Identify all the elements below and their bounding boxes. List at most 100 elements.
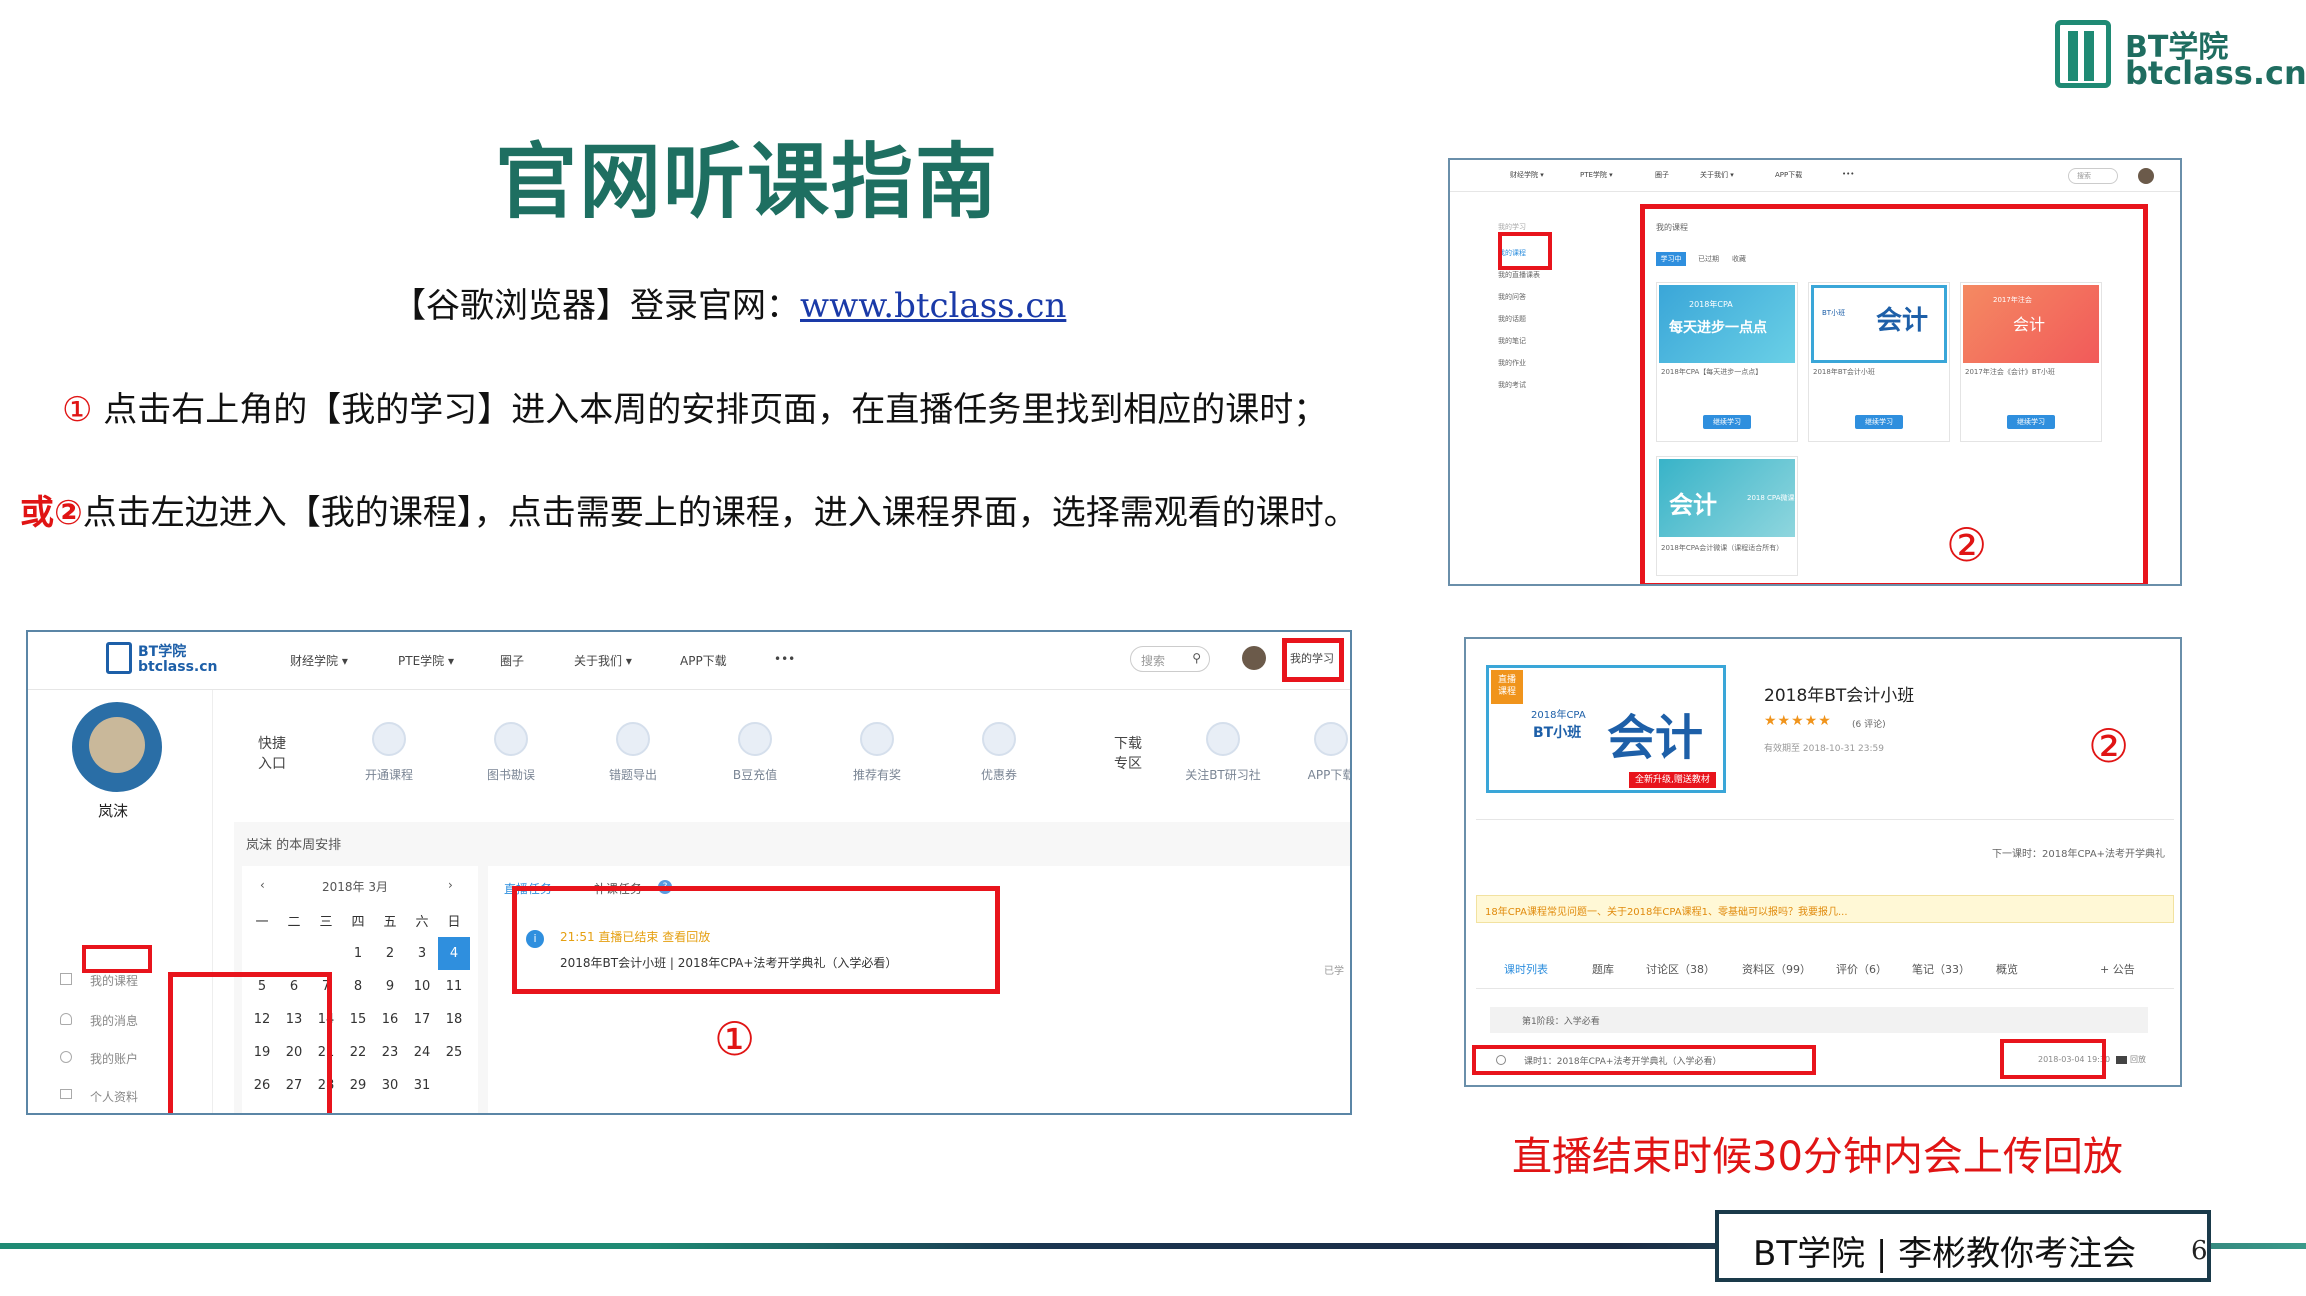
stage-row[interactable]: 第1阶段：入学必看 — [1490, 1007, 2148, 1033]
marker-step1: ① — [714, 1012, 756, 1066]
website-link[interactable]: www.btclass.cn — [800, 286, 1066, 326]
day[interactable]: 17 — [406, 1003, 438, 1036]
quick-book-errata[interactable]: 图书勘误 — [466, 766, 556, 783]
c-nav-about[interactable]: 关于我们 ▾ — [1700, 170, 1734, 180]
live-badge: 直播 课程 — [1491, 670, 1523, 704]
side-my-account[interactable]: 我的账户 — [90, 1050, 138, 1067]
coupon-icon[interactable] — [982, 722, 1016, 756]
c-nav-circle[interactable]: 圈子 — [1655, 170, 1669, 180]
day[interactable]: 22 — [342, 1036, 374, 1069]
day[interactable]: 10 — [406, 970, 438, 1003]
export-icon[interactable] — [616, 722, 650, 756]
quick-follow[interactable]: 关注BT研习社 — [1178, 766, 1268, 783]
c-side-qa[interactable]: 我的问答 — [1498, 292, 1526, 302]
step1-text: 点击右上角的【我的学习】进入本周的安排页面，在直播任务里找到相应的课时； — [92, 390, 1328, 430]
download-zone[interactable]: 下载 专区 — [1114, 734, 1142, 774]
browser-line-prefix: 【谷歌浏览器】登录官网： — [392, 286, 800, 326]
weekday: 六 — [415, 915, 429, 930]
day[interactable]: 29 — [342, 1069, 374, 1102]
next-month-icon[interactable]: › — [448, 878, 453, 892]
c-side-exams[interactable]: 我的考试 — [1498, 380, 1526, 390]
thumbs-up-icon[interactable] — [860, 722, 894, 756]
tab-question-bank[interactable]: 题库 — [1592, 961, 1614, 977]
nav-circle[interactable]: 圈子 — [500, 652, 524, 669]
nav-about[interactable]: 关于我们 ▾ — [574, 652, 632, 669]
day[interactable]: 9 — [374, 970, 406, 1003]
day[interactable]: 8 — [342, 970, 374, 1003]
day[interactable]: 23 — [374, 1036, 406, 1069]
day[interactable] — [278, 937, 310, 970]
app-icon[interactable] — [1314, 722, 1348, 756]
day[interactable]: 25 — [438, 1036, 470, 1069]
c-side-live-schedule[interactable]: 我的直播课表 — [1498, 270, 1540, 280]
quick-open-course[interactable]: 开通课程 — [344, 766, 434, 783]
search-icon: ⚲ — [1192, 651, 1201, 665]
my-courses-screenshot: 财经学院 ▾ PTE学院 ▾ 圈子 关于我们 ▾ APP下载 ••• 搜索 我的… — [1448, 158, 2182, 586]
book-errata-icon[interactable] — [494, 722, 528, 756]
day[interactable]: 3 — [406, 937, 438, 970]
coin-icon[interactable] — [738, 722, 772, 756]
quick-recharge[interactable]: B豆充值 — [710, 766, 800, 783]
tab-discussion[interactable]: 讨论区（38） — [1646, 961, 1715, 977]
day[interactable] — [438, 1069, 470, 1102]
nav-more[interactable]: ••• — [774, 652, 795, 666]
browser-line: 【谷歌浏览器】登录官网：www.btclass.cn — [392, 278, 1066, 327]
c-nav-app[interactable]: APP下载 — [1775, 170, 1802, 180]
user-avatar[interactable] — [1242, 646, 1266, 670]
day[interactable]: 31 — [406, 1069, 438, 1102]
highlight-live-task — [512, 886, 1000, 994]
quick-error-export[interactable]: 错题导出 — [588, 766, 678, 783]
day[interactable]: 18 — [438, 1003, 470, 1036]
qr-icon[interactable] — [1206, 722, 1240, 756]
c-side-topics[interactable]: 我的话题 — [1498, 314, 1526, 324]
c-side-notes[interactable]: 我的笔记 — [1498, 336, 1526, 346]
tab-reviews[interactable]: 评价（6） — [1836, 961, 1887, 977]
valid-until: 有效期至 2018-10-31 23:59 — [1764, 744, 1884, 754]
c-side-homework[interactable]: 我的作业 — [1498, 358, 1526, 368]
open-course-icon[interactable] — [372, 722, 406, 756]
day[interactable]: 2 — [374, 937, 406, 970]
nav-pte[interactable]: PTE学院 ▾ — [398, 652, 454, 669]
course-title: 2018年BT会计小班 — [1764, 686, 1915, 706]
notice-text[interactable]: 18年CPA课程常见问题一、关于2018年CPA课程1、零基础可以报吗？我要报几… — [1485, 903, 1848, 918]
tab-lesson-list[interactable]: 课时列表 — [1504, 961, 1548, 977]
day[interactable]: 15 — [342, 1003, 374, 1036]
tab-overview[interactable]: 概览 — [1996, 961, 2018, 977]
c-nav-more[interactable]: ••• — [1842, 170, 1854, 178]
day[interactable] — [310, 937, 342, 970]
side-my-courses[interactable]: 我的课程 — [90, 972, 138, 989]
tab-notes[interactable]: 笔记（33） — [1912, 961, 1970, 977]
highlight-calendar — [168, 972, 332, 1113]
quick-coupon[interactable]: 优惠券 — [954, 766, 1044, 783]
site-logo-domain: btclass.cn — [138, 659, 218, 675]
prev-month-icon[interactable]: ‹ — [260, 878, 265, 892]
replay-link[interactable]: 回放 — [2130, 1054, 2146, 1065]
logo-domain: btclass.cn — [2125, 54, 2306, 92]
day[interactable]: 11 — [438, 970, 470, 1003]
c-breadcrumb: 我的学习 — [1498, 223, 1526, 231]
day[interactable]: 16 — [374, 1003, 406, 1036]
quick-referral[interactable]: 推荐有奖 — [832, 766, 922, 783]
next-lesson[interactable]: 下一课时：2018年CPA+法考开学典礼 — [1992, 845, 2165, 860]
tab-materials[interactable]: 资料区（99） — [1742, 961, 1811, 977]
side-profile[interactable]: 个人资料 — [90, 1088, 138, 1105]
c-nav-pte[interactable]: PTE学院 ▾ — [1580, 170, 1613, 180]
side-my-messages[interactable]: 我的消息 — [90, 1012, 138, 1029]
review-count[interactable]: (6 评论) — [1852, 717, 1886, 730]
c-nav-finance[interactable]: 财经学院 ▾ — [1510, 170, 1544, 180]
nav-app[interactable]: APP下载 — [680, 652, 727, 669]
day[interactable]: 1 — [342, 937, 374, 970]
day-selected[interactable]: 4 — [438, 937, 470, 970]
tab-announcements[interactable]: + 公告 — [2100, 961, 2135, 977]
search-input[interactable]: 搜索 ⚲ — [1130, 646, 1210, 672]
calendar-month: 2018年 3月 — [322, 880, 388, 894]
user-name: 岚沫 — [98, 802, 129, 820]
nav-finance[interactable]: 财经学院 ▾ — [290, 652, 348, 669]
c-search-input[interactable]: 搜索 — [2068, 168, 2118, 184]
quick-app[interactable]: APP下载 — [1286, 766, 1350, 783]
day[interactable] — [246, 937, 278, 970]
c-avatar[interactable] — [2138, 168, 2154, 184]
day[interactable]: 30 — [374, 1069, 406, 1102]
slide: { "logo": {"name": "BT学院", "domain": "bt… — [0, 0, 2306, 1296]
day[interactable]: 24 — [406, 1036, 438, 1069]
